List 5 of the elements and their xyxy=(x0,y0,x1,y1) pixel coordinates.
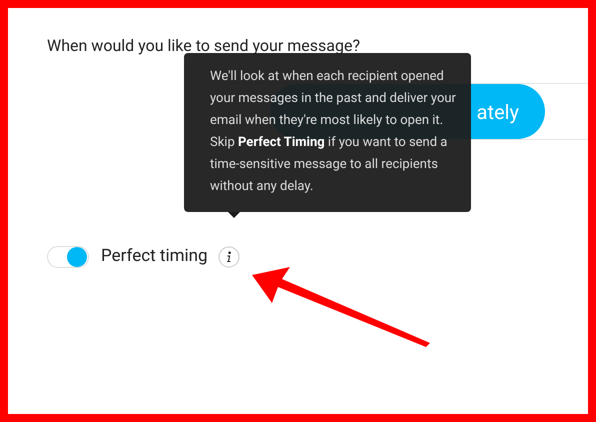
toggle-switch[interactable] xyxy=(47,246,89,268)
toggle-label: Perfect timing xyxy=(101,245,208,268)
tooltip-text: We'll look at when each recipient opened your messages in the past and deliver your email when they're most likely to open it. Skip Perfect Timing if you want to send a time-sensitive message to all recipients without any delay. xyxy=(210,68,457,196)
question-text: When would you like to send your message? xyxy=(47,37,360,55)
info-icon[interactable] xyxy=(218,246,240,268)
